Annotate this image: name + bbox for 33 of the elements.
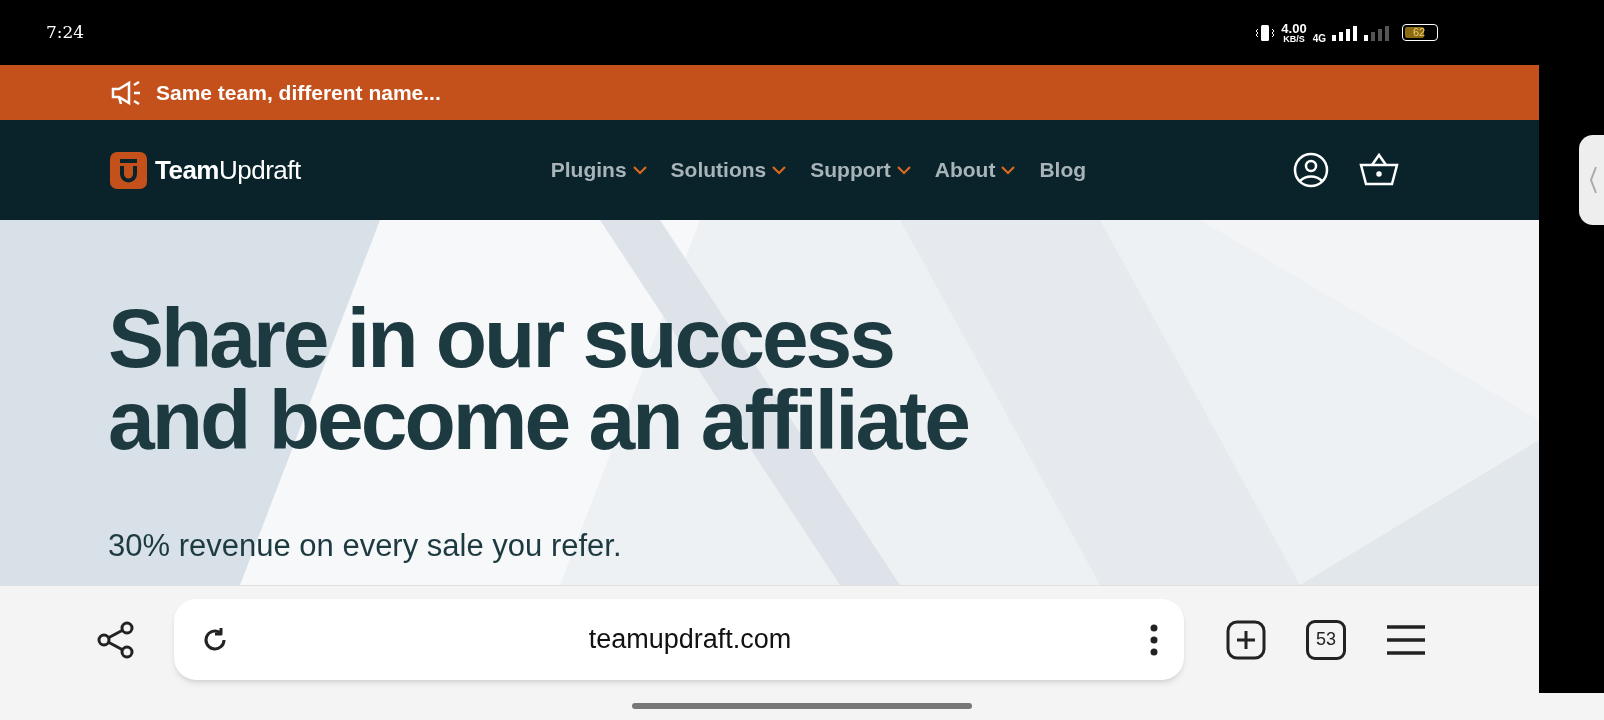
nav-link[interactable]: Support: [810, 154, 911, 186]
announcement-text: Same team, different name...: [156, 79, 441, 106]
chevron-left-icon: [1589, 166, 1597, 194]
vibrate-icon: [1255, 23, 1276, 42]
menu-icon[interactable]: [1386, 623, 1426, 656]
speed-unit: KB/S: [1283, 34, 1305, 44]
chevron-down-icon: [1001, 165, 1016, 175]
chevron-down-icon: [896, 165, 911, 175]
chevron-down-icon: [772, 165, 787, 175]
logo-text: TeamUpdraft: [155, 153, 301, 187]
address-bar[interactable]: teamupdraft.com: [174, 599, 1184, 680]
basket-icon[interactable]: [1359, 152, 1399, 188]
network-type: 4G: [1312, 32, 1326, 46]
share-icon[interactable]: [96, 619, 136, 660]
tab-count[interactable]: 53: [1306, 619, 1346, 660]
speed-value: 4.00: [1281, 21, 1307, 35]
signal-icon: [1332, 24, 1358, 41]
url-text: teamupdraft.com: [587, 623, 793, 657]
hero-title: Share in our success: [108, 297, 894, 379]
nav-link[interactable]: About: [934, 154, 1016, 186]
new-tab-icon[interactable]: [1226, 619, 1266, 660]
nav-link[interactable]: Solutions: [670, 154, 787, 186]
logo-icon: [110, 151, 147, 189]
status-time: 7:24: [46, 20, 85, 44]
more-icon[interactable]: [1150, 623, 1158, 656]
chevron-down-icon: [632, 165, 647, 175]
nav-link[interactable]: Blog: [1039, 154, 1087, 186]
nav-link[interactable]: Plugins: [550, 154, 647, 186]
logo[interactable]: TeamUpdraft: [110, 150, 301, 190]
account-icon[interactable]: [1293, 152, 1329, 188]
hero-title: and become an affiliate: [108, 379, 968, 461]
hero-subtitle: 30% revenue on every sale you refer.: [108, 527, 623, 565]
signal-icon: [1364, 24, 1390, 41]
